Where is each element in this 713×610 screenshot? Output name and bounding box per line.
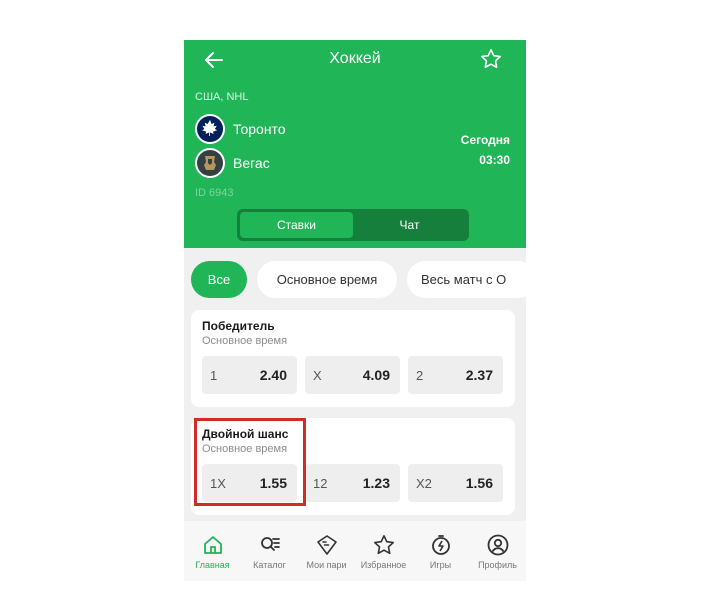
team-home-name: Торонто	[233, 121, 286, 137]
nav-item-my-bets[interactable]: Мои пари	[298, 521, 355, 581]
match-clock: 03:30	[479, 153, 510, 167]
odd-button[interactable]: X 4.09	[305, 356, 400, 394]
odd-value: 2.37	[465, 367, 493, 383]
app-screen: Хоккей США, NHL Торонто Вегас Сегодня 03…	[184, 40, 526, 581]
filter-chips: Все Основное время Весь матч с О	[191, 261, 526, 299]
odd-button[interactable]: X2 1.56	[408, 464, 503, 502]
league-label: США, NHL	[195, 91, 249, 103]
profile-icon	[487, 534, 508, 556]
tab-switcher: Ставки Чат	[237, 209, 469, 241]
nav-label: Главная	[195, 560, 230, 570]
odd-value: 1.56	[465, 475, 493, 491]
nav-item-games[interactable]: Игры	[412, 521, 469, 581]
home-icon	[203, 536, 222, 554]
odd-label: 12	[313, 475, 328, 491]
top-bar: Хоккей	[184, 40, 526, 80]
odd-label: X2	[416, 475, 432, 491]
odd-label: X	[313, 367, 322, 383]
ticket-icon	[316, 535, 337, 555]
maple-leaf-logo-icon	[195, 114, 225, 144]
odd-button[interactable]: 12 1.23	[305, 464, 400, 502]
market-card-winner: Победитель Основное время 1 2.40 X 4.09 …	[191, 310, 515, 407]
nav-item-home[interactable]: Главная	[184, 521, 241, 581]
nav-label: Избранное	[360, 560, 407, 570]
match-time: Сегодня 03:30	[461, 130, 510, 170]
match-id: ID 6943	[195, 187, 234, 199]
nav-item-catalog[interactable]: Каталог	[241, 521, 298, 581]
nav-label: Игры	[429, 560, 452, 570]
nav-label: Каталог	[253, 560, 286, 570]
team-away: Вегас	[195, 148, 270, 178]
nav-item-favorites[interactable]: Избранное	[355, 521, 412, 581]
filter-chip-all[interactable]: Все	[191, 261, 247, 298]
market-subtitle: Основное время	[202, 335, 288, 347]
odd-value: 2.40	[259, 367, 287, 383]
tab-bets[interactable]: Ставки	[240, 212, 353, 238]
filter-chip-whole-match[interactable]: Весь матч с О	[407, 261, 526, 298]
odd-value: 1.23	[362, 475, 390, 491]
favorite-star-icon[interactable]	[479, 47, 503, 71]
nav-label: Профиль	[478, 560, 517, 570]
odd-value: 4.09	[362, 367, 390, 383]
nav-label: Мои пари	[306, 560, 347, 570]
match-header: Хоккей США, NHL Торонто Вегас Сегодня 03…	[184, 40, 526, 248]
odd-label: 1	[210, 367, 218, 383]
bottom-navigation: Главная Каталог Мои пари Избранное Игры …	[184, 521, 526, 581]
team-home: Торонто	[195, 114, 286, 144]
match-day: Сегодня	[460, 133, 510, 147]
odd-label: 2	[416, 367, 424, 383]
tab-chat[interactable]: Чат	[353, 212, 466, 238]
stopwatch-icon	[431, 535, 450, 555]
team-away-name: Вегас	[233, 155, 270, 171]
page-title: Хоккей	[329, 50, 381, 67]
nav-item-profile[interactable]: Профиль	[469, 521, 526, 581]
catalog-search-icon	[260, 537, 280, 551]
odd-button[interactable]: 1 2.40	[202, 356, 297, 394]
market-title: Победитель	[202, 319, 275, 333]
knight-helmet-logo-icon	[195, 148, 225, 178]
filter-chip-main-time[interactable]: Основное время	[257, 261, 397, 298]
highlight-box	[194, 418, 306, 506]
odd-button[interactable]: 2 2.37	[408, 356, 503, 394]
star-icon	[373, 535, 394, 555]
